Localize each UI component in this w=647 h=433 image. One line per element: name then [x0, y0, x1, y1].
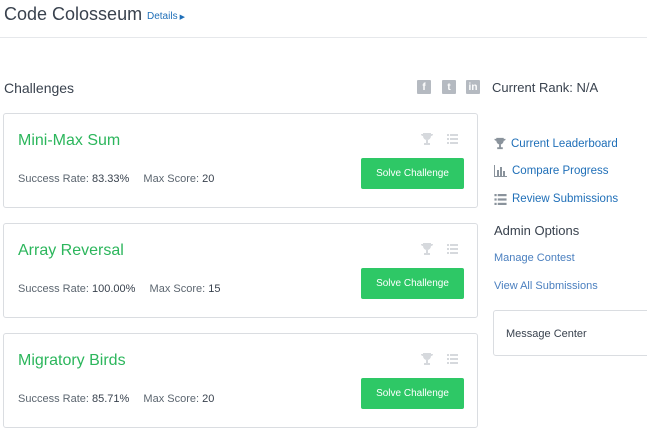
challenge-title[interactable]: Migratory Birds	[18, 352, 126, 370]
details-link[interactable]: Details ▶	[147, 11, 185, 22]
challenge-card: Migratory Birds Success Rate: 85.71% Max…	[3, 333, 478, 428]
current-rank: Current Rank: N/A	[492, 80, 599, 95]
max-score-label: Max Score:	[143, 173, 200, 185]
compare-progress-link[interactable]: Compare Progress	[494, 165, 609, 177]
trophy-icon	[494, 137, 506, 150]
message-center[interactable]: Message Center	[493, 310, 647, 356]
success-rate-value: 83.33%	[91, 173, 130, 185]
success-rate-label: Success Rate:	[18, 283, 89, 295]
success-rate-label: Success Rate:	[18, 173, 89, 185]
challenge-stats: Success Rate: 85.71% Max Score: 20	[18, 393, 214, 405]
challenge-stats: Success Rate: 83.33% Max Score: 20	[18, 173, 214, 185]
challenges-heading: Challenges	[4, 80, 75, 96]
trophy-icon	[421, 133, 433, 145]
list-icon	[447, 134, 458, 144]
twitter-share-icon[interactable]: t	[442, 80, 456, 94]
challenge-icons	[421, 242, 458, 256]
challenge-icons	[421, 132, 458, 146]
list-icon	[494, 193, 507, 205]
solve-challenge-button[interactable]: Solve Challenge	[361, 268, 464, 299]
max-score-label: Max Score:	[143, 393, 200, 405]
review-submissions-link[interactable]: Review Submissions	[494, 193, 618, 205]
challenge-icons	[421, 352, 458, 366]
success-rate-value: 100.00%	[91, 283, 136, 295]
challenge-card: Array Reversal Success Rate: 100.00% Max…	[3, 223, 478, 318]
challenge-title[interactable]: Mini-Max Sum	[18, 132, 120, 150]
challenge-title[interactable]: Array Reversal	[18, 242, 124, 260]
compare-progress-label: Compare Progress	[512, 165, 609, 177]
max-score-value: 15	[208, 283, 221, 295]
challenge-card: Mini-Max Sum Success Rate: 83.33% Max Sc…	[3, 113, 478, 208]
success-rate-label: Success Rate:	[18, 393, 89, 405]
current-leaderboard-link[interactable]: Current Leaderboard	[494, 137, 618, 150]
linkedin-share-icon[interactable]: in	[466, 80, 480, 94]
trophy-icon	[421, 353, 433, 365]
challenge-stats: Success Rate: 100.00% Max Score: 15	[18, 283, 221, 295]
list-icon	[447, 354, 458, 364]
solve-challenge-button[interactable]: Solve Challenge	[361, 378, 464, 409]
max-score-label: Max Score:	[149, 283, 206, 295]
list-icon	[447, 244, 458, 254]
review-submissions-label: Review Submissions	[512, 193, 619, 205]
manage-contest-link[interactable]: Manage Contest	[494, 252, 575, 264]
current-leaderboard-label: Current Leaderboard	[511, 137, 618, 150]
trophy-icon	[421, 243, 433, 255]
facebook-share-icon[interactable]: f	[417, 80, 431, 94]
solve-challenge-button[interactable]: Solve Challenge	[361, 158, 464, 189]
max-score-value: 20	[202, 173, 215, 185]
view-all-submissions-link[interactable]: View All Submissions	[494, 280, 598, 292]
details-label: Details	[147, 11, 178, 22]
bar-chart-icon	[494, 165, 507, 177]
admin-options-heading: Admin Options	[494, 223, 580, 238]
top-bar: Code Colosseum Details ▶	[0, 0, 647, 38]
success-rate-value: 85.71%	[91, 393, 130, 405]
message-center-label: Message Center	[506, 328, 587, 340]
max-score-value: 20	[202, 393, 215, 405]
caret-right-icon: ▶	[179, 13, 185, 21]
contest-title: Code Colosseum	[4, 4, 143, 24]
